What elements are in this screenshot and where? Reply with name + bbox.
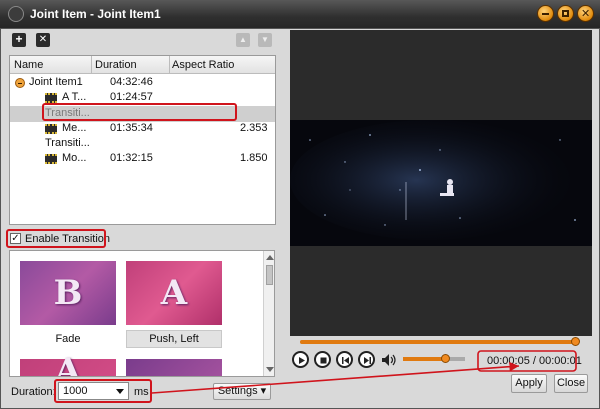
column-header-duration[interactable]: Duration xyxy=(95,59,137,71)
scroll-thumb[interactable] xyxy=(266,265,273,285)
list-item[interactable]: Me... 01:35:34 2.353 xyxy=(10,121,275,137)
progress-fill xyxy=(300,340,576,344)
app-icon xyxy=(8,6,24,22)
scroll-down-icon[interactable] xyxy=(266,367,274,372)
gallery-scrollbar[interactable] xyxy=(263,251,274,376)
column-header-aspect-ratio[interactable]: Aspect Ratio xyxy=(172,59,234,71)
close-button[interactable]: Close xyxy=(554,374,588,393)
collapse-icon[interactable] xyxy=(15,78,25,88)
remove-item-button[interactable]: ✕ xyxy=(36,33,50,47)
highlight-duration xyxy=(54,379,152,403)
stop-icon xyxy=(320,357,327,364)
preview-image xyxy=(290,120,592,246)
next-button[interactable] xyxy=(358,351,375,368)
volume-knob[interactable] xyxy=(441,354,451,363)
play-button[interactable] xyxy=(292,351,309,368)
skip-back-icon xyxy=(342,357,349,364)
scroll-up-icon[interactable] xyxy=(266,255,274,260)
volume-icon[interactable] xyxy=(381,353,397,367)
volume-slider[interactable] xyxy=(403,354,465,363)
dropdown-arrow-icon: ▾ xyxy=(260,385,267,397)
plus-icon: + xyxy=(15,32,23,46)
transition-gallery[interactable]: B Fade A Push, Left A xyxy=(9,250,275,377)
list-item[interactable]: Transiti... xyxy=(10,136,275,152)
settings-button[interactable]: Settings ▾ xyxy=(213,383,271,400)
arrow-up-icon: ▲ xyxy=(239,35,247,44)
remove-icon: ✕ xyxy=(38,34,48,45)
film-icon xyxy=(45,154,57,164)
window-title: Joint Item - Joint Item1 xyxy=(30,7,161,21)
stop-button[interactable] xyxy=(314,351,331,368)
title-bar: Joint Item - Joint Item1 ✕ xyxy=(0,0,600,28)
transition-label-push-left[interactable]: Push, Left xyxy=(126,330,222,348)
minimize-button[interactable] xyxy=(537,5,554,22)
playback-progress[interactable] xyxy=(300,337,580,346)
volume-fill xyxy=(403,357,446,361)
close-window-button[interactable]: ✕ xyxy=(577,5,594,22)
joint-item-list[interactable]: Name Duration Aspect Ratio Joint Item1 0… xyxy=(9,55,276,225)
transition-label-fade[interactable]: Fade xyxy=(20,333,116,345)
list-item[interactable]: Joint Item1 04:32:46 xyxy=(10,75,275,91)
move-down-button[interactable]: ▼ xyxy=(258,33,272,47)
highlight-selected-transition xyxy=(42,103,237,121)
previous-button[interactable] xyxy=(336,351,353,368)
minimize-icon xyxy=(542,13,549,15)
transition-thumb-fade[interactable]: B xyxy=(20,261,116,325)
transition-thumb[interactable]: A xyxy=(20,351,116,376)
highlight-enable-transition xyxy=(6,229,106,248)
time-readout: 00:00:05 / 00:00:01 xyxy=(487,355,582,367)
skip-forward-icon xyxy=(364,357,371,364)
transition-thumb-push-left[interactable]: A xyxy=(126,261,222,325)
film-icon xyxy=(45,93,57,103)
move-up-button[interactable]: ▲ xyxy=(236,33,250,47)
column-header-name[interactable]: Name xyxy=(14,59,43,71)
maximize-button[interactable] xyxy=(557,5,574,22)
play-icon xyxy=(299,357,305,364)
duration-label: Duration: xyxy=(11,386,56,398)
transition-thumb[interactable] xyxy=(126,359,222,376)
apply-button[interactable]: Apply xyxy=(511,374,547,393)
video-preview xyxy=(290,30,592,336)
progress-knob[interactable] xyxy=(571,337,580,346)
list-header: Name Duration Aspect Ratio xyxy=(10,56,275,74)
list-item[interactable]: Mo... 01:32:15 1.850 xyxy=(10,151,275,167)
arrow-down-icon: ▼ xyxy=(261,35,269,44)
close-icon: ✕ xyxy=(581,8,591,20)
add-item-button[interactable]: + xyxy=(12,33,26,47)
film-icon xyxy=(45,124,57,134)
maximize-icon xyxy=(562,10,569,17)
video-frame xyxy=(290,120,592,246)
